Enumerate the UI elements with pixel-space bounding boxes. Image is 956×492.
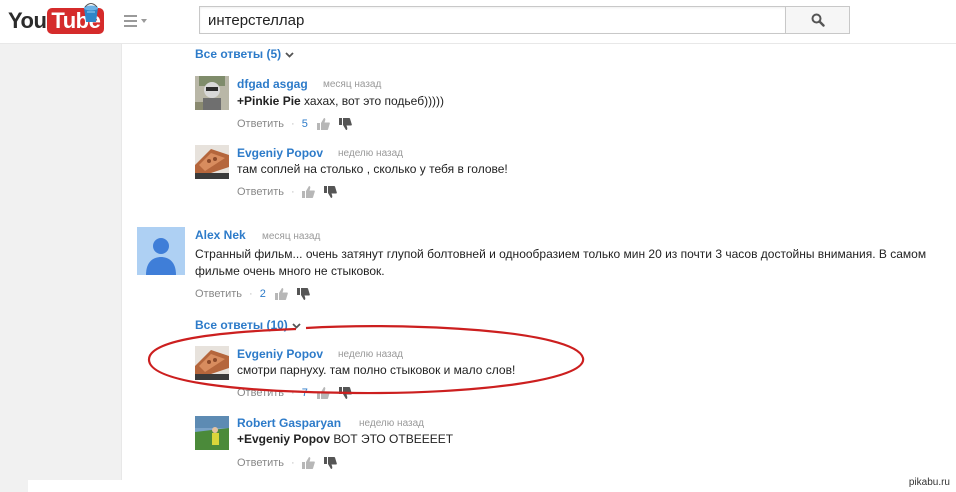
avatar[interactable] <box>195 76 229 110</box>
separator-dot: · <box>291 118 295 130</box>
search-icon <box>811 13 825 27</box>
thumbs-up-icon[interactable] <box>301 186 315 198</box>
comment-time[interactable]: месяц назад <box>323 79 381 90</box>
bucket-icon <box>84 3 98 22</box>
mention-link[interactable]: +Evgeniy Popov <box>237 432 330 446</box>
watermark: pikabu.ru <box>908 477 950 488</box>
like-count: 2 <box>259 288 266 300</box>
separator-dot: · <box>291 457 295 469</box>
reply-button[interactable]: Ответить <box>195 288 242 300</box>
reply-button[interactable]: Ответить <box>237 457 284 469</box>
separator-dot: · <box>249 288 253 300</box>
comment-actions: Ответить · <box>237 185 337 199</box>
thumbs-down-icon[interactable] <box>323 457 337 469</box>
comment-actions: Ответить · 5 <box>237 117 352 131</box>
logo-you-text: You <box>8 8 47 33</box>
chevron-down-icon <box>285 51 294 58</box>
thumbs-up-icon[interactable] <box>274 288 288 300</box>
top-bar: You Tube <box>0 0 956 44</box>
thumbs-up-icon[interactable] <box>316 118 330 130</box>
thumbs-down-icon[interactable] <box>296 288 310 300</box>
comment-time[interactable]: неделю назад <box>338 148 403 159</box>
thumbs-down-icon[interactable] <box>323 186 337 198</box>
comment-text: Странный фильм... очень затянут глупой б… <box>195 247 927 278</box>
page-bottom <box>28 480 956 492</box>
like-count: 5 <box>301 118 308 130</box>
search-button[interactable] <box>785 6 850 34</box>
reply-button[interactable]: Ответить <box>237 186 284 198</box>
comment-text: +Evgeniy Popov ВОТ ЭТО ОТВЕЕЕЕТ <box>237 431 837 448</box>
comment-text-body: хахах, вот это подьеб))))) <box>300 94 445 108</box>
show-all-replies-link[interactable]: Все ответы (5) <box>195 47 294 61</box>
thumbs-down-icon[interactable] <box>338 118 352 130</box>
comment-time[interactable]: месяц назад <box>262 231 320 242</box>
comment-author[interactable]: dfgad asgag <box>237 77 308 91</box>
thumbs-up-icon[interactable] <box>301 457 315 469</box>
comment-text: +Pinkie Pie хахах, вот это подьеб))))) <box>237 93 837 110</box>
show-all-replies-label: Все ответы (5) <box>195 47 282 61</box>
separator-dot: · <box>291 186 295 198</box>
comment-actions: Ответить · <box>237 456 337 470</box>
comment-time[interactable]: неделю назад <box>359 418 424 429</box>
avatar[interactable] <box>195 145 229 179</box>
comment-text-body: ВОТ ЭТО ОТВЕЕЕЕТ <box>330 432 454 446</box>
red-circle-annotation <box>147 325 585 395</box>
mention-link[interactable]: +Pinkie Pie <box>237 94 301 108</box>
search-input[interactable] <box>199 6 786 34</box>
comment-author[interactable]: Alex Nek <box>195 228 246 242</box>
comment-author[interactable]: Robert Gasparyan <box>237 416 341 430</box>
default-avatar-icon[interactable] <box>137 227 185 275</box>
comment-text: там соплей на столько , сколько у тебя в… <box>237 162 508 176</box>
reply-button[interactable]: Ответить <box>237 118 284 130</box>
menu-icon[interactable] <box>124 13 152 29</box>
comment-author[interactable]: Evgeniy Popov <box>237 146 323 160</box>
avatar[interactable] <box>195 416 229 450</box>
comment-actions: Ответить · 2 <box>195 287 310 301</box>
